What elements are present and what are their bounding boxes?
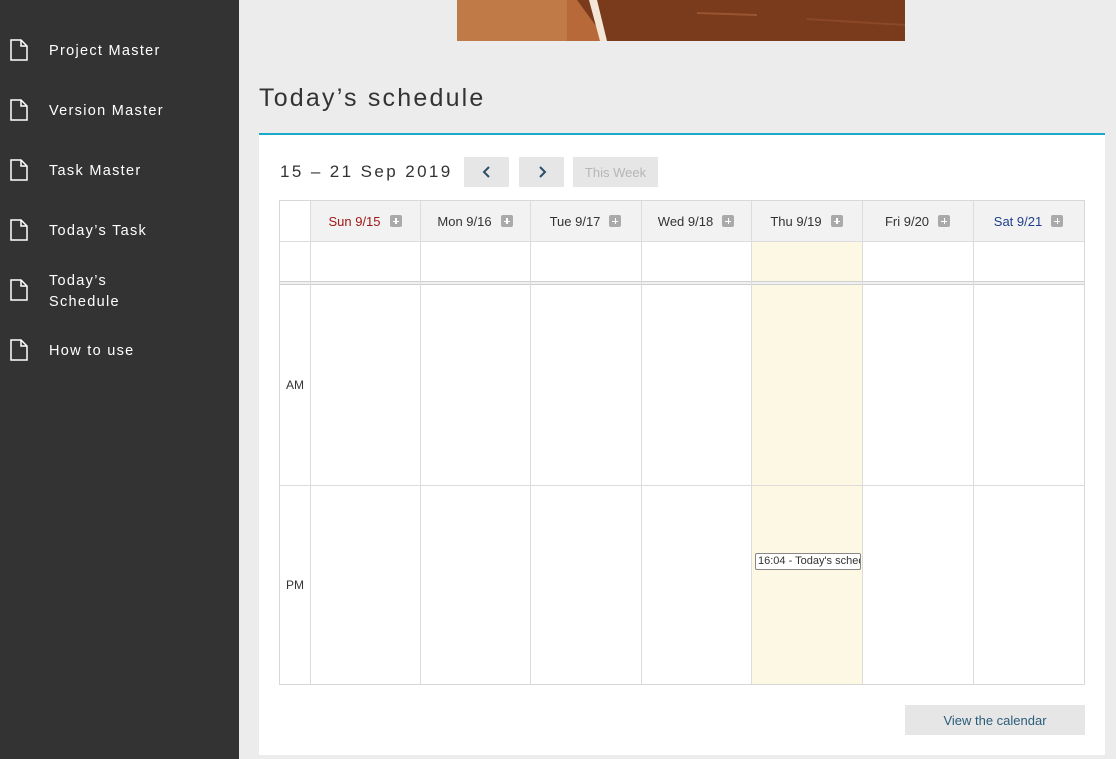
sidebar-item-label: Version Master [49,103,164,119]
sidebar-item-label: Today’s Task [49,223,148,239]
sidebar-item-label: How to use [49,343,135,359]
sidebar-item-todays-task[interactable]: Today’s Task [0,217,239,247]
day-header-tue[interactable]: Tue 9/17 [530,201,641,241]
add-event-icon[interactable] [830,215,843,227]
sidebar-item-how-to-use[interactable]: How to use [0,337,239,367]
add-event-icon[interactable] [389,215,402,227]
day-header-thu[interactable]: Thu 9/19 [751,201,862,241]
document-icon [10,39,28,61]
next-week-button[interactable] [519,157,564,187]
chevron-right-icon [538,166,546,178]
day-header-sun[interactable]: Sun 9/15 [310,201,420,241]
day-label: Sun 9/15 [328,213,381,229]
slot-label-am: AM [286,378,304,392]
view-calendar-button[interactable]: View the calendar [905,705,1085,735]
day-label: Wed 9/18 [657,213,714,229]
chevron-left-icon [482,166,490,178]
add-event-icon[interactable] [500,215,513,227]
calendar-event[interactable]: 16:04 - Today's schedule [755,553,861,570]
grid-line [530,201,531,684]
sidebar-item-label-line2: Schedule [49,294,120,310]
day-header-sat[interactable]: Sat 9/21 [973,201,1084,241]
document-icon [10,219,28,241]
grid-line [310,201,311,684]
day-header-wed[interactable]: Wed 9/18 [641,201,751,241]
slot-label-pm: PM [286,578,304,592]
grid-line [420,201,421,684]
sidebar-item-todays-schedule[interactable]: Today’s Schedule [0,270,239,314]
day-label: Thu 9/19 [770,213,822,229]
add-event-icon[interactable] [938,215,951,227]
day-header-fri[interactable]: Fri 9/20 [862,201,973,241]
add-event-icon[interactable] [722,215,735,227]
this-week-button[interactable]: This Week [573,157,658,187]
date-range-label: 15 – 21 Sep 2019 [280,162,453,181]
grid-line [751,201,752,684]
day-header-mon[interactable]: Mon 9/16 [420,201,530,241]
sidebar: Project Master Version Master Task Maste… [0,0,239,759]
sidebar-item-label: Task Master [49,163,142,179]
day-label: Sat 9/21 [993,213,1043,229]
hero-road-image [457,0,905,41]
add-event-icon[interactable] [609,215,622,227]
week-calendar: Sun 9/15 Mon 9/16 Tue 9/17 Wed 9/18 Thu … [279,200,1085,685]
grid-line [862,201,863,684]
document-icon [10,279,28,301]
sidebar-item-label-line1: Today’s [49,273,108,289]
prev-week-button[interactable] [464,157,509,187]
grid-line [641,201,642,684]
page-title: Today’s schedule [259,84,486,112]
sidebar-item-label: Project Master [49,43,161,59]
document-icon [10,99,28,121]
day-label: Mon 9/16 [437,213,492,229]
add-event-icon[interactable] [1051,215,1064,227]
grid-line [280,485,1084,486]
document-icon [10,159,28,181]
allday-separator [280,281,1084,285]
sidebar-item-version-master[interactable]: Version Master [0,97,239,127]
document-icon [10,339,28,361]
sidebar-item-task-master[interactable]: Task Master [0,157,239,187]
day-label: Fri 9/20 [884,213,930,229]
today-highlight [751,241,862,684]
grid-line [973,201,974,684]
day-label: Tue 9/17 [549,213,601,229]
grid-line [280,241,1084,242]
sidebar-item-project-master[interactable]: Project Master [0,37,239,67]
